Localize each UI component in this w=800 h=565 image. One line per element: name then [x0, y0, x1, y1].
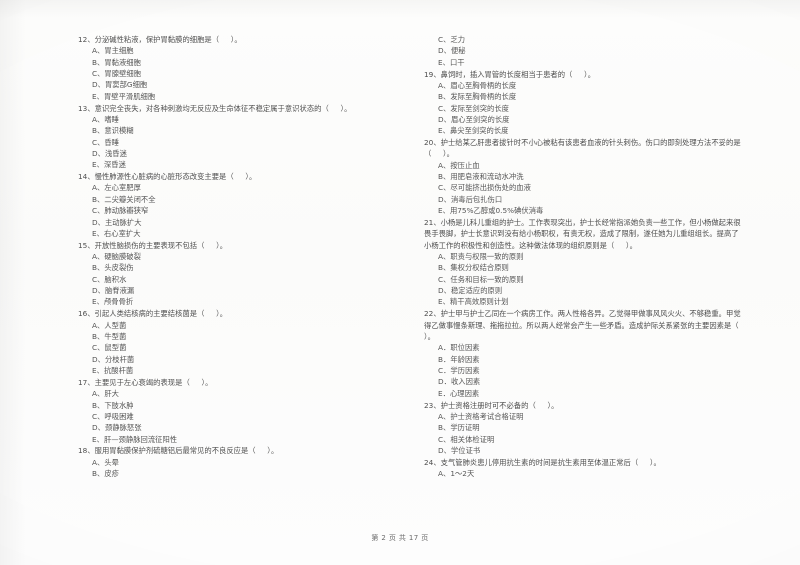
option-b: B、用肥皂液和流动水冲洗 [438, 172, 524, 182]
option-e: E、右心室扩大 [92, 228, 141, 238]
option-a: A．职位因素 [438, 343, 480, 353]
page-footer: 第 2 页 共 17 页 [371, 534, 429, 542]
option-c: C、脑积水 [92, 274, 127, 284]
option-e: E、用75%乙醇或0.5%碘伏消毒 [438, 206, 544, 216]
question-stem: 21、小杨是儿科儿重组的护士。工作表现突出，护士长经常指派她负责一些工作，但小杨… [424, 218, 741, 250]
option-e: E、抗酸杆菌 [92, 365, 134, 375]
option-d: D、稳定适应的原则 [438, 286, 503, 296]
option-d: D、脑脊液漏 [92, 286, 135, 296]
option-c: C、相关体检证明 [438, 434, 495, 444]
option-d: D、眉心至剑突的长度 [438, 114, 510, 124]
option-a: A、1～2天 [438, 469, 475, 479]
question-stem: 17、主要见于左心衰竭的表现是（ ）。 [78, 377, 213, 387]
option-b: B、学历证明 [438, 423, 480, 433]
page-content: 12、分泌碱性粘液，保护胃黏膜的细胞是（ ）。 A、胃主细胞 B、胃黏液细胞 C… [78, 34, 743, 514]
option-d: D、消毒后包扎伤口 [438, 194, 503, 204]
option-b: B、牛型菌 [92, 331, 127, 341]
option-a: A、硬脑膜破裂 [92, 252, 141, 262]
question-stem: 15、开放性脑损伤的主要表现不包括（ ）。 [78, 240, 228, 250]
option-a: A、人型菌 [92, 320, 127, 330]
question-15: 15、开放性脑损伤的主要表现不包括（ ）。 A、硬脑膜破裂 B、头皮裂伤 C、脑… [78, 240, 396, 308]
option-c: C、任务和目标一致的原则 [438, 274, 524, 284]
option-b: B、发际至胸骨柄的长度 [438, 92, 517, 102]
option-c: C、肺动脉瓣狭窄 [92, 206, 149, 216]
question-stem: 16、引起人类结核病的主要结核菌是（ ）。 [78, 309, 228, 319]
option-e: E、胃壁平滑肌细胞 [92, 91, 156, 101]
option-b: B、意识模糊 [92, 126, 134, 136]
question-19: 19、鼻饲时，插入胃管的长度相当于患者的（ ）。 A、眉心至胸骨柄的长度 B、发… [424, 69, 742, 137]
right-column: C、乏力 D、便秘 E、口干 19、鼻饲时，插入胃管的长度相当于患者的（ ）。 … [424, 34, 742, 514]
option-d: D．收入因素 [438, 377, 481, 387]
question-14: 14、慢性肺源性心脏病的心脏形态改变主要是（ ）。 A、左心室肥厚 B、二尖瓣关… [78, 171, 396, 239]
option-b: B、皮疹 [92, 469, 119, 479]
option-e: E、肝—颈静脉回流征阳性 [92, 434, 178, 444]
question-20: 20、护士给某乙肝患者拔针时不小心被粘有该患者血液的针头刺伤。伤口的即刻处理方法… [424, 137, 742, 216]
option-e: E．心理因素 [438, 388, 480, 398]
question-22: 22、护士甲与护士乙同在一个病房工作。两人性格各异。乙觉得甲做事风风火火、不够稳… [424, 308, 742, 399]
question-24: 24、支气管肺炎患儿停用抗生素的时间是抗生素用至体温正常后（ ）。 A、1～2天 [424, 457, 742, 480]
option-c: C、发际至剑突的长度 [438, 103, 509, 113]
scan-edge-shading-left [0, 0, 26, 565]
question-stem: 12、分泌碱性粘液，保护胃黏膜的细胞是（ ）。 [78, 35, 242, 44]
option-b: B、下肢水肿 [92, 400, 134, 410]
document-page: 12、分泌碱性粘液，保护胃黏膜的细胞是（ ）。 A、胃主细胞 B、胃黏液细胞 C… [0, 0, 800, 565]
option-c: C、胃腺壁细胞 [92, 69, 142, 79]
option-d: D、颈静脉怒张 [92, 423, 142, 433]
option-b: B、集权分权结合原则 [438, 263, 509, 273]
option-a: A、肝大 [92, 389, 119, 399]
option-a: A、左心室肥厚 [92, 183, 141, 193]
question-13: 13、意识完全丧失，对各种刺激均无反应及生命体征不稳定属于意识状态的（ ）。 A… [78, 103, 396, 171]
option-c: C、昏睡 [92, 137, 120, 147]
question-stem: 18、服用胃黏膜保护剂硫糖铝后最常见的不良反应是（ ）。 [78, 446, 279, 456]
option-d: D、分枝杆菌 [92, 354, 135, 364]
option-e: E、口干 [438, 57, 465, 67]
scan-edge-shading-top [0, 0, 800, 18]
option-b: B、胃黏液细胞 [92, 57, 141, 67]
question-stem: 13、意识完全丧失，对各种刺激均无反应及生命体征不稳定属于意识状态的（ ）。 [78, 103, 352, 113]
question-17: 17、主要见于左心衰竭的表现是（ ）。 A、肝大 B、下肢水肿 C、呼吸困难 D… [78, 377, 396, 445]
question-stem: 19、鼻饲时，插入胃管的长度相当于患者的（ ）。 [424, 69, 596, 79]
option-e: E、深昏迷 [92, 160, 126, 170]
option-a: A、嗜睡 [92, 114, 119, 124]
question-12: 12、分泌碱性粘液，保护胃黏膜的细胞是（ ）。 A、胃主细胞 B、胃黏液细胞 C… [78, 34, 396, 102]
question-18-continued: C、乏力 D、便秘 E、口干 [424, 34, 742, 68]
option-b: B、二尖瓣关闭不全 [92, 194, 156, 204]
option-a: A、眉心至胸骨柄的长度 [438, 80, 517, 90]
option-a: A、职责与权限一致的原则 [438, 252, 524, 262]
question-stem: 24、支气管肺炎患儿停用抗生素的时间是抗生素用至体温正常后（ ）。 [424, 457, 661, 467]
option-a: A、护士资格考试合格证明 [438, 411, 524, 421]
option-a: A、头晕 [92, 457, 119, 467]
option-c: C、呼吸困难 [92, 411, 134, 421]
left-column: 12、分泌碱性粘液，保护胃黏膜的细胞是（ ）。 A、胃主细胞 B、胃黏液细胞 C… [78, 34, 396, 514]
option-e: E、颅骨骨折 [92, 297, 134, 307]
option-b: B、头皮裂伤 [92, 263, 134, 273]
question-stem: 23、护士资格注册时可不必备的（ ）。 [424, 400, 559, 410]
option-a: A、按压止血 [438, 160, 480, 170]
option-c: C、乏力 [438, 35, 466, 44]
question-21: 21、小杨是儿科儿重组的护士。工作表现突出，护士长经常指派她负责一些工作，但小杨… [424, 217, 742, 308]
question-18: 18、服用胃黏膜保护剂硫糖铝后最常见的不良反应是（ ）。 A、头晕 B、皮疹 [78, 445, 396, 479]
option-d: D、胃窦部G细胞 [92, 80, 148, 90]
option-d: D、主动脉扩大 [92, 217, 142, 227]
question-23: 23、护士资格注册时可不必备的（ ）。 A、护士资格考试合格证明 B、学历证明 … [424, 400, 742, 457]
option-d: D、学位证书 [438, 445, 481, 455]
option-e: E、精干高效原则计划 [438, 297, 509, 307]
option-d: D、便秘 [438, 46, 466, 56]
option-a: A、胃主细胞 [92, 46, 134, 56]
option-d: D、浅昏迷 [92, 148, 127, 158]
option-c: C、鼠型菌 [92, 343, 127, 353]
question-stem: 20、护士给某乙肝患者拔针时不小心被粘有该患者血液的针头刺伤。伤口的即刻处理方法… [424, 138, 741, 159]
question-stem: 22、护士甲与护士乙同在一个病房工作。两人性格各异。乙觉得甲做事风风火火、不够稳… [424, 309, 751, 341]
question-stem: 14、慢性肺源性心脏病的心脏形态改变主要是（ ）。 [78, 172, 257, 182]
question-16: 16、引起人类结核病的主要结核菌是（ ）。 A、人型菌 B、牛型菌 C、鼠型菌 … [78, 308, 396, 376]
option-e: E、鼻尖至剑突的长度 [438, 126, 509, 136]
option-c: C、尽可能挤出损伤处的血液 [438, 183, 531, 193]
option-b: B．年龄因素 [438, 354, 480, 364]
option-c: C．学历因素 [438, 365, 480, 375]
